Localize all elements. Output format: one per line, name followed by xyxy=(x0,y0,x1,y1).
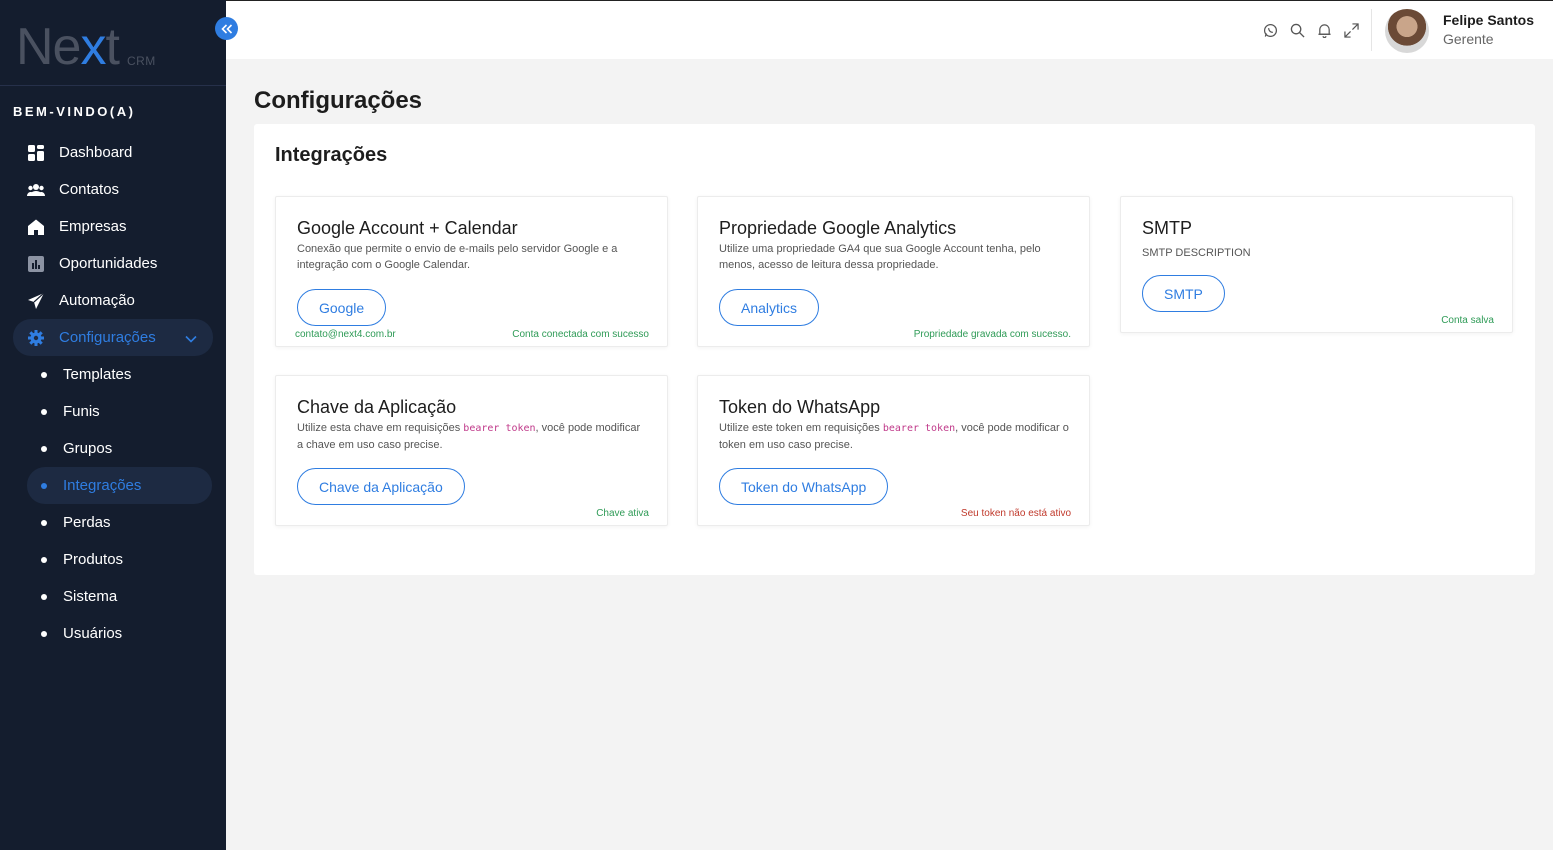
search-icon[interactable] xyxy=(1289,22,1305,38)
code-snippet: bearer token xyxy=(882,423,956,434)
card-title: SMTP xyxy=(1142,218,1193,238)
user-role: Gerente xyxy=(1443,31,1494,47)
card-title: Token do WhatsApp xyxy=(719,397,881,417)
status-text: Conta salva xyxy=(1441,315,1494,326)
whatsapp-token-card: Token do WhatsApp Utilize este token em … xyxy=(697,375,1090,526)
sidebar-subitem-usuarios[interactable]: Usuários xyxy=(27,615,212,652)
smtp-button[interactable]: SMTP xyxy=(1142,275,1225,312)
sidebar-subitem-produtos[interactable]: Produtos xyxy=(27,541,212,578)
sidebar-item-configuracoes[interactable]: Configurações xyxy=(13,319,213,356)
bullet-icon xyxy=(41,371,47,378)
whatsapp-token-button[interactable]: Token do WhatsApp xyxy=(719,468,889,505)
gear-icon xyxy=(27,329,45,347)
smtp-integration-card: SMTP SMTP DESCRIPTION SMTP Conta salva xyxy=(1120,196,1513,333)
chevron-down-icon xyxy=(185,330,197,347)
topbar-actions xyxy=(1262,22,1359,38)
integrations-panel: Integrações Google Account + Calendar Co… xyxy=(254,124,1535,575)
card-description: SMTP DESCRIPTION xyxy=(1142,247,1251,259)
welcome-label: BEM-VINDO(A) xyxy=(13,104,136,119)
card-title: Chave da Aplicação xyxy=(297,397,457,417)
card-title: Propriedade Google Analytics xyxy=(719,218,957,238)
logo: Next CRM xyxy=(16,18,156,76)
google-integration-card: Google Account + Calendar Conexão que pe… xyxy=(275,196,668,347)
bullet-icon xyxy=(41,482,47,489)
sidebar-subitem-perdas[interactable]: Perdas xyxy=(27,504,212,541)
bullet-icon xyxy=(41,408,47,415)
status-text: Conta conectada com sucesso xyxy=(512,329,649,340)
sidebar-item-automacao[interactable]: Automação xyxy=(13,282,213,319)
sidebar-item-empresas[interactable]: Empresas xyxy=(13,208,213,245)
card-description: Conexão que permite o envio de e-mails p… xyxy=(297,243,618,271)
status-text: Seu token não está ativo xyxy=(960,508,1071,519)
double-chevron-left-icon xyxy=(220,23,232,34)
main-nav: Dashboard Contatos Empresas Oportunidade… xyxy=(13,134,213,652)
card-description: Utilize uma propriedade GA4 que sua Goog… xyxy=(719,243,1041,271)
send-icon xyxy=(27,292,45,310)
sidebar-item-label: Empresas xyxy=(59,218,127,235)
divider xyxy=(1371,9,1372,51)
sidebar-item-label: Contatos xyxy=(59,181,120,198)
sidebar-subitem-funis[interactable]: Funis xyxy=(27,393,212,430)
status-text: Chave ativa xyxy=(596,508,649,519)
sidebar-item-oportunidades[interactable]: Oportunidades xyxy=(13,245,213,282)
code-snippet: bearer token xyxy=(463,423,536,434)
avatar[interactable] xyxy=(1385,9,1429,53)
sidebar-item-label: Automação xyxy=(59,292,135,309)
sidebar-subitem-sistema[interactable]: Sistema xyxy=(27,578,212,615)
analytics-integration-card: Propriedade Google Analytics Utilize uma… xyxy=(697,196,1090,347)
divider xyxy=(0,85,226,86)
bullet-icon xyxy=(41,593,47,600)
grid-icon xyxy=(27,144,45,162)
app-key-button[interactable]: Chave da Aplicação xyxy=(297,468,465,505)
bell-icon[interactable] xyxy=(1316,22,1332,38)
sidebar-item-label: Dashboard xyxy=(59,144,133,161)
sidebar-item-contatos[interactable]: Contatos xyxy=(13,171,213,208)
analytics-button[interactable]: Analytics xyxy=(719,289,820,326)
user-name: Felipe Santos xyxy=(1443,12,1535,28)
sidebar-subitem-integracoes[interactable]: Integrações xyxy=(27,467,212,504)
chart-icon xyxy=(27,255,45,273)
card-description: Utilize esta chave em requisições bearer… xyxy=(297,422,641,451)
status-text: Propriedade gravada com sucesso. xyxy=(913,329,1071,340)
app-key-card: Chave da Aplicação Utilize esta chave em… xyxy=(275,375,668,526)
page-title: Configurações xyxy=(254,87,423,114)
connected-email: contato@next4.com.br xyxy=(295,329,396,340)
expand-icon[interactable] xyxy=(1343,22,1359,38)
whatsapp-icon[interactable] xyxy=(1262,22,1278,38)
bullet-icon xyxy=(41,445,47,452)
sidebar-item-dashboard[interactable]: Dashboard xyxy=(13,134,213,171)
card-title: Google Account + Calendar xyxy=(297,218,518,238)
bullet-icon xyxy=(41,630,47,637)
card-description: Utilize este token em requisições bearer… xyxy=(719,422,1069,451)
sidebar-item-label: Configurações xyxy=(59,329,156,346)
section-title: Integrações xyxy=(275,144,388,166)
sidebar-item-label: Oportunidades xyxy=(59,255,158,272)
topbar: Felipe Santos Gerente xyxy=(226,0,1553,59)
sidebar: Next CRM BEM-VINDO(A) Dashboard Contatos… xyxy=(0,0,226,850)
sidebar-subitem-templates[interactable]: Templates xyxy=(27,356,212,393)
bullet-icon xyxy=(41,519,47,526)
google-connect-button[interactable]: Google xyxy=(297,289,387,326)
collapse-sidebar-button[interactable] xyxy=(215,17,238,40)
home-icon xyxy=(27,218,45,236)
users-icon xyxy=(27,181,45,199)
sidebar-subitem-grupos[interactable]: Grupos xyxy=(27,430,212,467)
bullet-icon xyxy=(41,556,47,563)
